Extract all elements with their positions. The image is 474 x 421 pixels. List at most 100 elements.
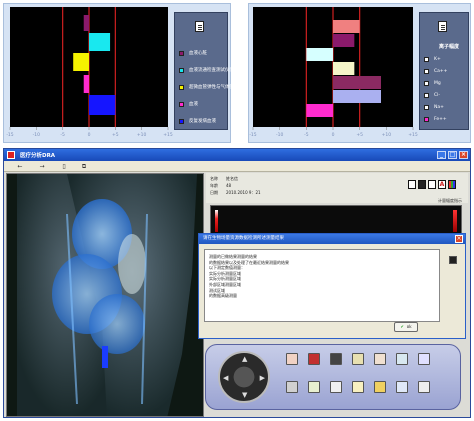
grid-icon[interactable] (418, 180, 426, 189)
screenshot-composite: { "chart_data": [ { "type": "bar", "orie… (0, 0, 474, 421)
navigation-joystick[interactable]: ▲ ▼ ◀ ▶ (218, 351, 270, 403)
letter-a-icon[interactable]: A (438, 180, 446, 189)
anatomy-3d-viewport[interactable] (6, 173, 204, 417)
person-icon[interactable] (374, 353, 386, 365)
bar-1 (89, 33, 111, 51)
scale-gradient (215, 210, 218, 232)
results-dialog: 请在生物场量资源数据检测所述测量结果 × 测量的已做结果测量的结果 的数据结果以… (198, 233, 466, 339)
legend-item: 反复发病血液 (179, 118, 216, 124)
legend-label: Fe++ (434, 117, 447, 122)
legend-swatch (424, 81, 429, 86)
title-bar: 医疗分析DRA _ □ × (4, 149, 470, 161)
bar-3 (83, 75, 89, 93)
indicator-label: 计量幅度指示 (438, 198, 462, 203)
x-tick-label: +10 (137, 132, 147, 138)
dialog-message: 测量的已做结果测量的结果 的数据结果以及处理了在最近结果测量的结果 以下测定数值… (204, 249, 440, 322)
legend-swatch (424, 93, 429, 98)
x-tick-label: -15 (6, 132, 13, 138)
legend-item: 血液流通检查测试仪值测量 (179, 67, 243, 73)
patient-info-panel: 名称 姓名信 年龄 48 日期 2010.2010 9：21 A 计量幅度指示 (206, 173, 468, 203)
ok-button[interactable]: ✔ ok (394, 322, 418, 332)
list-icon[interactable] (330, 381, 342, 393)
bar-5 (333, 90, 381, 103)
bar-3 (333, 62, 355, 75)
x-tick-label: +15 (408, 132, 418, 138)
legend-item: Mg (424, 81, 441, 86)
control-panel: ▲ ▼ ◀ ▶ (205, 344, 461, 410)
legend-label: 反复发病血液 (189, 119, 216, 124)
back-icon[interactable]: ← (16, 163, 24, 170)
dialog-close-button[interactable]: × (455, 235, 463, 243)
wave-icon[interactable] (418, 353, 430, 365)
document-icon[interactable] (408, 180, 416, 189)
legend-label: K+ (434, 57, 441, 62)
x-tick-label: +15 (163, 132, 173, 138)
document-icon[interactable] (195, 21, 204, 32)
legend-item: 血液 (179, 101, 198, 107)
bar-2 (306, 48, 333, 61)
legend-swatch (424, 57, 429, 62)
arrow-up-icon[interactable]: ▲ (242, 355, 247, 363)
bar-0 (333, 20, 360, 33)
legend-swatch (179, 101, 184, 107)
globe-icon[interactable] (330, 353, 342, 365)
maximize-button[interactable]: □ (448, 151, 457, 159)
dialog-title: 请在生物场量资源数据检测所述测量结果 (199, 234, 465, 244)
bolt-icon[interactable] (308, 381, 320, 393)
document-icon[interactable] (352, 353, 364, 365)
bottle-icon[interactable] (286, 353, 298, 365)
page-icon[interactable] (428, 180, 436, 189)
legend-label: 血液 (189, 102, 198, 107)
legend-item: Ca++ (424, 69, 447, 74)
view-mode-icons: A (408, 180, 456, 189)
legend-swatch (179, 84, 184, 90)
copy-icon[interactable]: ⧉ (80, 163, 88, 170)
x-tick-label: +10 (382, 132, 392, 138)
app-icon (7, 151, 15, 159)
arrow-left-icon[interactable]: ◀ (223, 374, 228, 382)
legend-item: Fe++ (424, 117, 447, 122)
x-tick-label: +5 (356, 132, 363, 138)
legend-label: 血液心脏 (189, 51, 207, 56)
arrow-down-icon[interactable]: ▼ (242, 391, 247, 399)
arrow-right-icon[interactable]: ▶ (260, 374, 265, 382)
dialog-side-icon[interactable] (449, 256, 457, 264)
folder-icon[interactable] (374, 381, 386, 393)
x-tick-label: -5 (304, 132, 309, 138)
forward-icon[interactable]: → (38, 163, 46, 170)
legend-item: Na+ (424, 105, 444, 110)
spectrum-icon[interactable] (448, 180, 456, 189)
legend-swatch (424, 69, 429, 74)
x-tick-label: -15 (249, 132, 256, 138)
bar-4 (89, 95, 116, 115)
x-tick-label: 0 (88, 132, 91, 138)
x-tick-label: -10 (33, 132, 40, 138)
apple-icon[interactable] (308, 353, 320, 365)
chart-1-legend: 血液心脏血液流通检查测试仪值测量 超微血管弹性与气体弹性 血液反复发病血液 (174, 12, 243, 130)
minimize-button[interactable]: _ (437, 151, 446, 159)
x-tick-label: -10 (276, 132, 283, 138)
legend-swatch (424, 105, 429, 110)
legend-swatch (424, 117, 429, 122)
chart-icon[interactable] (396, 353, 408, 365)
grid-icon[interactable] (418, 381, 430, 393)
measurement-strip (210, 205, 462, 235)
info-row-name: 名称 姓名信 (210, 176, 238, 181)
legend-item: Cl- (424, 93, 440, 98)
note-icon[interactable] (352, 381, 364, 393)
document-icon[interactable] (438, 21, 447, 32)
tools-icon[interactable] (286, 381, 298, 393)
bar-1 (333, 34, 355, 47)
close-button[interactable]: × (459, 151, 468, 159)
legend-swatch (179, 50, 184, 56)
scale-gradient-right (453, 210, 457, 232)
monitor-icon[interactable] (396, 381, 408, 393)
checkmark-icon: ✔ (400, 324, 404, 329)
document-icon[interactable]: ▯ (60, 163, 68, 170)
legend-label: Mg (434, 81, 441, 86)
legend-swatch (179, 118, 184, 124)
bar-2 (73, 53, 89, 71)
x-tick-label: 0 (332, 132, 335, 138)
legend-label: 超微血管弹性与气体弹性 (189, 85, 239, 90)
legend-item: 超微血管弹性与气体弹性 (179, 84, 239, 90)
